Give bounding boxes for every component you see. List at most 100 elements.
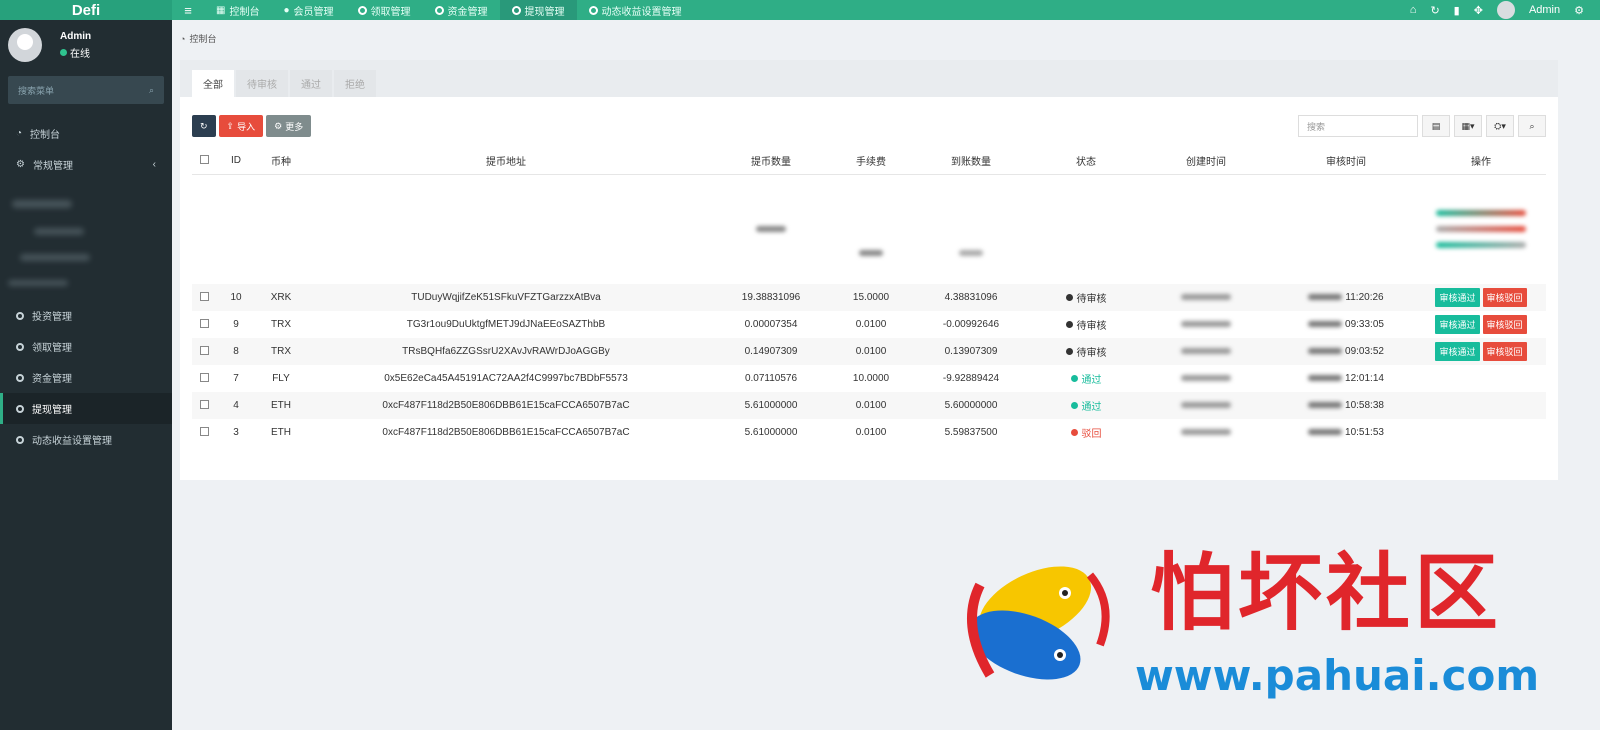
tab-all[interactable]: 全部 xyxy=(192,70,234,97)
more-button[interactable]: ⚙ 更多 xyxy=(266,115,312,137)
column-header[interactable]: 到账数量 xyxy=(906,148,1036,175)
reviewed-time: 09:33:05 xyxy=(1345,319,1384,330)
row-checkbox-cell[interactable] xyxy=(192,365,216,392)
actions-cell: 审核通过 审核驳回 xyxy=(1416,284,1546,311)
sidebar-search-input[interactable]: 搜索菜单 ⌕ xyxy=(8,76,164,104)
checkbox[interactable] xyxy=(199,372,209,382)
column-header[interactable]: 创建时间 xyxy=(1136,148,1276,175)
row-checkbox-cell[interactable] xyxy=(192,284,216,311)
sidebar-item-funds[interactable]: 资金管理 xyxy=(0,362,172,393)
row-checkbox-cell[interactable] xyxy=(192,338,216,365)
sidebar-item-dynamic-income[interactable]: 动态收益设置管理 xyxy=(0,424,172,455)
home-icon[interactable]: ⌂ xyxy=(1410,4,1417,16)
status-tabs: 全部 待审核 通过 拒绝 xyxy=(180,60,1558,97)
column-header[interactable]: 提币地址 xyxy=(306,148,706,175)
tab-approved[interactable]: 通过 xyxy=(290,70,332,97)
status-dot-icon xyxy=(1070,375,1078,382)
row-actions: 审核通过 审核驳回 xyxy=(1435,315,1527,334)
nav-members[interactable]: ● 会员管理 xyxy=(271,0,345,20)
reject-button[interactable]: 审核驳回 xyxy=(1482,288,1527,307)
column-header[interactable]: 审核时间 xyxy=(1276,148,1416,175)
user-panel: Admin 在线 xyxy=(0,20,172,70)
checkbox[interactable] xyxy=(199,399,209,409)
created-cell xyxy=(1136,392,1276,419)
user-export-icon: ⛭▾ xyxy=(1494,120,1506,131)
table-search-input[interactable]: 搜索 xyxy=(1298,115,1418,137)
avatar[interactable] xyxy=(1496,1,1515,19)
redacted-cell xyxy=(706,174,836,284)
checkbox[interactable] xyxy=(199,154,209,164)
sidebar-item-investment[interactable]: 投资管理 xyxy=(0,300,172,331)
nav-label: 会员管理 xyxy=(293,6,334,18)
watermark-url: www.pahuai.com xyxy=(1135,651,1540,700)
row-checkbox-cell[interactable] xyxy=(192,311,216,338)
approve-button[interactable]: 审核通过 xyxy=(1435,288,1480,307)
id-cell: 9 xyxy=(233,319,239,330)
nav-label: 控制台 xyxy=(229,6,260,18)
import-label: 导入 xyxy=(237,121,256,132)
redacted-mark xyxy=(8,280,68,286)
header-username[interactable]: Admin xyxy=(1529,4,1560,16)
redacted-mark xyxy=(1181,348,1231,354)
status-badge: 待审核 xyxy=(1065,344,1107,359)
nav-dynamic-income[interactable]: 动态收益设置管理 xyxy=(577,0,694,20)
gear-icon[interactable]: ⚙ xyxy=(1574,4,1584,17)
address-cell: 0xcF487F118d2B50E806DBB61E15caFCCA6507B7… xyxy=(382,427,630,438)
search-icon[interactable]: ⌕ xyxy=(149,85,154,96)
checkbox[interactable] xyxy=(199,426,209,436)
app-logo[interactable]: Defi xyxy=(0,0,172,20)
refresh-button[interactable]: ↻ xyxy=(192,115,216,137)
column-header[interactable]: 操作 xyxy=(1416,148,1546,175)
column-header[interactable]: ID xyxy=(216,148,256,175)
tab-pending[interactable]: 待审核 xyxy=(236,70,288,97)
reviewed-time: 12:01:14 xyxy=(1345,373,1384,384)
column-header[interactable]: 状态 xyxy=(1036,148,1136,175)
nav-funds[interactable]: 资金管理 xyxy=(423,0,500,20)
created-cell xyxy=(1136,284,1276,311)
row-checkbox-cell[interactable] xyxy=(192,392,216,419)
watermark: 怕坏社区 www.pahuai.com xyxy=(950,545,1550,705)
checkbox[interactable] xyxy=(199,291,209,301)
reject-button[interactable]: 审核驳回 xyxy=(1482,342,1527,361)
checkbox[interactable] xyxy=(199,345,209,355)
menu-toggle-icon[interactable]: ≡ xyxy=(172,3,204,18)
trash-icon[interactable]: ▮ xyxy=(1454,4,1460,17)
tab-rejected[interactable]: 拒绝 xyxy=(334,70,376,97)
redacted-mark xyxy=(1181,429,1231,435)
nav-dashboard[interactable]: ▦ 控制台 xyxy=(204,0,271,20)
address-cell: 0xcF487F118d2B50E806DBB61E15caFCCA6507B7… xyxy=(306,392,706,419)
sidebar-item-general[interactable]: ⚙ 常规管理 ‹ xyxy=(0,149,172,180)
reject-button[interactable]: 审核驳回 xyxy=(1482,315,1527,334)
row-checkbox-cell[interactable] xyxy=(192,419,216,446)
checkbox[interactable] xyxy=(199,318,209,328)
select-all-checkbox[interactable] xyxy=(192,148,216,175)
card-view-button[interactable]: ▤ xyxy=(1422,115,1450,137)
nav-claim[interactable]: 领取管理 xyxy=(346,0,423,20)
table-toolbar: ↻ ⇪ 导入 ⚙ 更多 xyxy=(192,115,312,137)
refresh-icon: ↻ xyxy=(200,120,208,131)
received-cell: 0.13907309 xyxy=(906,338,1036,365)
column-header[interactable]: 提币数量 xyxy=(706,148,836,175)
approve-button[interactable]: 审核通过 xyxy=(1435,315,1480,334)
circle-icon xyxy=(16,404,24,413)
advanced-search-button[interactable]: ⌕ xyxy=(1518,115,1546,137)
approve-button[interactable]: 审核通过 xyxy=(1435,342,1480,361)
import-button[interactable]: ⇪ 导入 xyxy=(218,115,264,137)
redacted-mark xyxy=(34,228,84,235)
fullscreen-icon[interactable]: ✥ xyxy=(1474,4,1483,17)
sidebar-item-claim[interactable]: 领取管理 xyxy=(0,331,172,362)
sidebar-item-withdraw[interactable]: 提现管理 xyxy=(0,393,172,424)
redacted-mark xyxy=(1436,226,1526,233)
columns-button[interactable]: ▦▾ xyxy=(1454,115,1482,137)
sidebar-username: Admin xyxy=(60,30,92,42)
column-header[interactable]: 币种 xyxy=(256,148,306,175)
export-button[interactable]: ⛭▾ xyxy=(1486,115,1514,137)
nav-withdraw[interactable]: 提现管理 xyxy=(499,0,577,20)
refresh-icon[interactable]: ↻ xyxy=(1430,4,1439,17)
breadcrumb-item[interactable]: 控制台 xyxy=(189,32,216,45)
column-header[interactable]: 手续费 xyxy=(836,148,906,175)
sidebar-item-dashboard[interactable]: ◔ 控制台 xyxy=(0,118,172,149)
redacted-cell xyxy=(192,174,706,284)
row-actions: 审核通过 审核驳回 xyxy=(1435,288,1527,307)
fee-cell: 0.0100 xyxy=(855,319,887,330)
